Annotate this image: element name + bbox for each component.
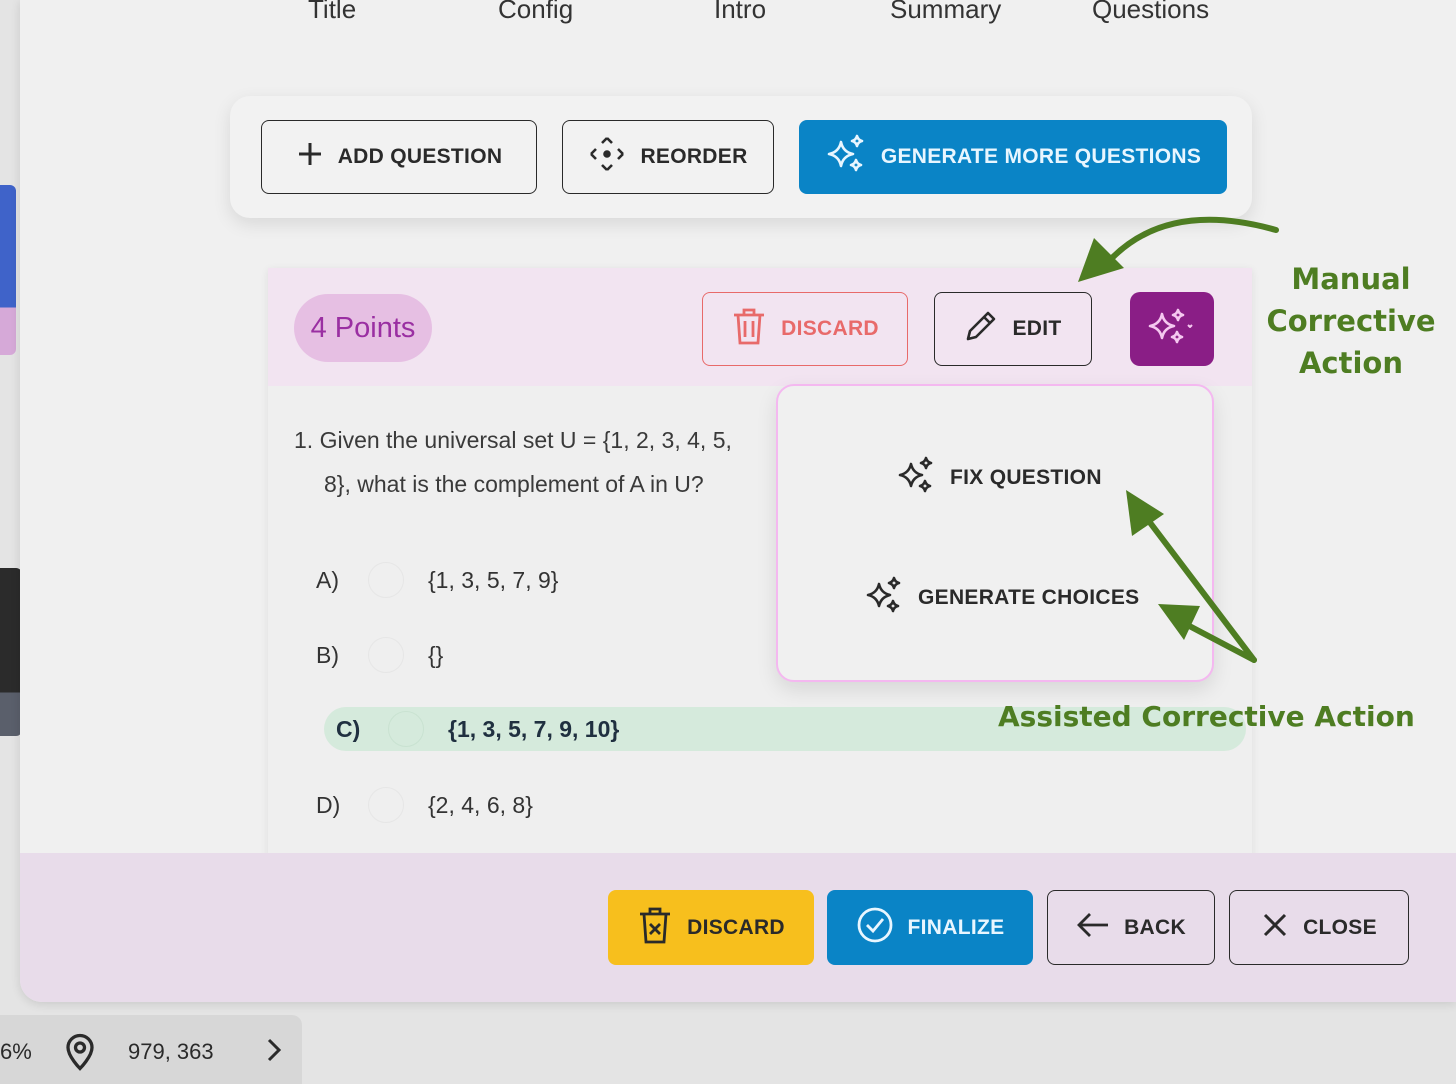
manual-annotation-line-2: Corrective [1266,304,1436,338]
manual-corrective-action-annotation: Manual Corrective Action [1258,258,1444,384]
manual-annotation-line-1: Manual [1291,262,1411,296]
manual-arrowhead [1078,238,1124,282]
manual-arrow-line [1109,216,1279,261]
assisted-arrow-line-top [1139,509,1257,663]
assisted-arrowhead-bottom [1158,604,1200,640]
assisted-corrective-action-annotation: Assisted Corrective Action [998,700,1415,733]
annotation-arrows [1078,216,1279,663]
manual-annotation-line-3: Action [1298,346,1403,380]
